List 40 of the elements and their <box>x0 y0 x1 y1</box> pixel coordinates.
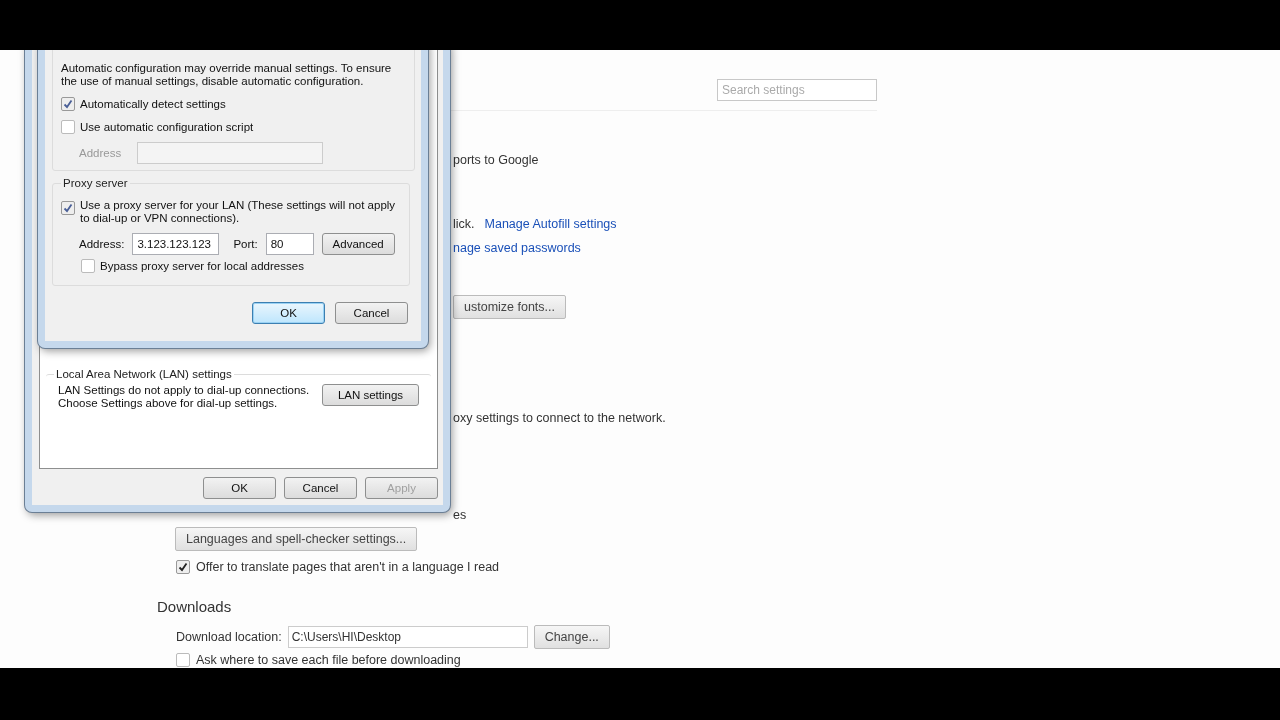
field-label: Address <box>79 147 122 159</box>
advanced-button[interactable]: Advanced <box>321 233 395 255</box>
dialog-button[interactable]: Cancel <box>335 302 408 324</box>
checkbox[interactable] <box>176 560 190 574</box>
checkbox-label: Offer to translate pages that aren't in a language I read <box>196 560 500 574</box>
section-heading: Downloads <box>157 597 232 615</box>
checkbox[interactable] <box>176 653 190 667</box>
lan-settings-button[interactable]: LAN settings <box>322 384 419 406</box>
checkbox-label: Use automatic configuration script <box>80 121 254 133</box>
checkbox[interactable] <box>61 201 75 215</box>
setting-text: es <box>453 508 467 522</box>
group-title: Proxy server <box>62 177 129 189</box>
field-label: Address: <box>79 238 125 250</box>
checkbox-label: Bypass proxy server for local addresses <box>100 260 304 272</box>
port-field[interactable]: 80 <box>265 233 314 255</box>
download-location-field[interactable]: C:\Users\HI\Desktop <box>287 626 528 648</box>
checkbox-label: Automatically detect settings <box>80 98 226 110</box>
setting-text: ports to Google <box>453 153 539 167</box>
setting-text: oxy settings to connect to the network. <box>453 411 666 425</box>
languages-button[interactable]: Languages and spell-checker settings... <box>175 527 418 551</box>
dialog-button[interactable]: Cancel <box>284 477 357 499</box>
lan-info-text: LAN Settings do not apply to dial-up connections. Choose Settings above for dial-up settings. <box>58 384 311 410</box>
checkbox[interactable] <box>81 259 95 273</box>
checkbox-label: Ask where to save each file before downloading <box>196 653 461 667</box>
field-label: Port: <box>233 238 258 250</box>
settings-button[interactable]: ustomize fonts... <box>453 295 566 319</box>
checkbox[interactable] <box>61 97 75 111</box>
settings-link[interactable]: nage saved passwords <box>453 241 581 255</box>
change-button[interactable]: Change... <box>533 625 610 649</box>
description-text: Automatic configuration may override manual settings. To ensure the use of manual settings, disable automatic configuration. <box>61 62 393 88</box>
setting-text: lick. <box>453 217 475 231</box>
settings-link[interactable]: Manage Autofill settings <box>484 217 617 231</box>
checkbox[interactable] <box>61 120 75 134</box>
dialog-button[interactable]: OK <box>252 302 325 324</box>
checkbox-label: Use a proxy server for your LAN (These settings will not apply to dial-up or VPN connections). <box>80 199 397 225</box>
dialog-button[interactable]: OK <box>203 477 276 499</box>
proxy-address-field[interactable]: 3.123.123.123 <box>132 233 220 255</box>
group-title: Local Area Network (LAN) settings <box>55 368 233 380</box>
search-field[interactable]: Search settings <box>717 79 877 101</box>
field-label: Download location: <box>176 630 282 644</box>
